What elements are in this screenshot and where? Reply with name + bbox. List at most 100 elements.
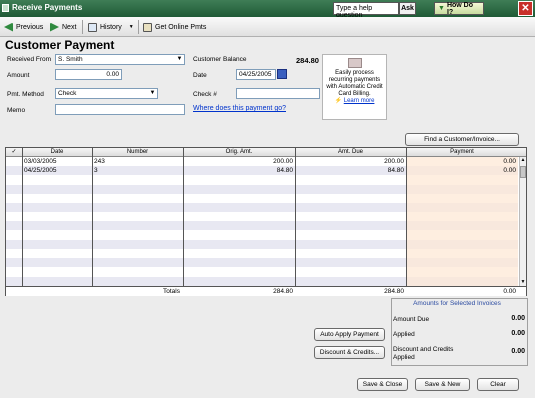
totals-label: Totals [163,288,180,295]
check-number-label: Check # [193,91,217,98]
chevron-down-icon: ▼ [128,24,134,30]
arrow-left-icon [4,22,13,32]
row-date: 03/03/2005 [24,158,57,165]
pmt-method-dropdown[interactable]: Check ▼ [55,88,158,99]
column-divider [92,148,93,286]
page-title: Customer Payment [5,38,115,52]
chevron-down-icon[interactable]: ▼ [175,55,184,64]
memo-field[interactable] [55,104,185,115]
discount-credits-button[interactable]: Discount & Credits... [314,346,385,359]
row-payment[interactable]: 0.00 [406,166,518,175]
received-from-dropdown[interactable]: S. Smith ▼ [55,54,185,65]
row-amt-due: 200.00 [384,158,404,165]
payment-column-shade [406,157,518,286]
totals-row: Totals 284.80 284.80 0.00 [6,286,526,296]
close-button[interactable]: ✕ [518,1,533,16]
scroll-thumb[interactable] [520,166,526,178]
memo-label: Memo [7,107,26,114]
promo-text: Easily process recurring payments with A… [326,70,383,97]
row-orig-amt: 84.80 [276,167,293,174]
app-icon [2,4,9,12]
arrow-right-icon [50,22,59,32]
history-label: History [100,23,122,31]
find-customer-invoice-button[interactable]: Find a Customer/Invoice... [405,133,519,146]
totals-payment: 0.00 [503,288,516,295]
help-search-input[interactable]: Type a help question [333,2,399,19]
auto-apply-payment-button[interactable]: Auto Apply Payment [314,328,385,341]
where-payment-go-link[interactable]: Where does this payment go? [193,105,286,112]
column-header-payment[interactable]: Payment [406,148,518,157]
received-from-value: S. Smith [58,56,83,63]
discount-credits-applied-label: Discount and Credits Applied [393,346,454,361]
row-orig-amt: 200.00 [273,158,293,165]
invoice-table: ✓ Date Number Orig. Amt. Amt. Due Paymen… [5,147,527,296]
save-new-button[interactable]: Save & New [415,378,470,391]
table-header: ✓ Date Number Orig. Amt. Amt. Due Paymen… [6,148,526,157]
promo-panel: Easily process recurring payments with A… [322,54,387,120]
lightning-icon: ⚡ [334,98,343,104]
row-payment[interactable]: 0.00 [406,157,518,166]
online-payments-icon [143,22,152,32]
ask-button[interactable]: Ask [399,2,416,15]
toolbar-divider [82,20,83,34]
amount-due-label: Amount Due [393,316,430,323]
how-do-i-label: How Do I? [446,1,473,16]
row-amt-due: 84.80 [387,167,404,174]
totals-amt-due: 284.80 [384,288,404,295]
window-title: Receive Payments [12,3,83,12]
table-scrollbar[interactable]: ▲ ▼ [519,157,526,286]
toolbar-divider [138,20,139,34]
amounts-panel-title: Amounts for Selected Invoices [395,300,519,307]
scroll-up-icon[interactable]: ▲ [520,157,526,164]
next-label: Next [62,23,77,31]
amount-label: Amount [7,72,30,79]
clear-button[interactable]: Clear [477,378,519,391]
calendar-icon[interactable] [277,69,287,79]
received-from-label: Received From [7,56,52,63]
column-divider [183,148,184,296]
amount-due-value: 0.00 [511,315,525,322]
applied-value: 0.00 [511,330,525,337]
column-divider [22,148,23,286]
row-number: 3 [94,167,98,174]
credit-card-icon [347,58,362,68]
column-divider [406,148,407,296]
column-header-orig-amt[interactable]: Orig. Amt. [183,148,295,157]
pmt-method-label: Pmt. Method [7,91,44,98]
how-do-i-button[interactable]: ▼ How Do I? [434,1,484,16]
applied-label: Applied [393,331,415,338]
column-divider [295,148,296,296]
history-icon [88,22,97,32]
get-online-payments-button[interactable]: Get Online Pmts [143,20,206,34]
previous-label: Previous [16,23,44,31]
save-close-button[interactable]: Save & Close [357,378,408,391]
customer-balance-value: 284.80 [296,56,319,65]
table-row[interactable]: 03/03/2005 243 200.00 200.00 0.00 [6,157,518,166]
chevron-down-icon[interactable]: ▼ [148,89,157,98]
totals-orig-amt: 284.80 [273,288,293,295]
row-number: 243 [94,158,105,165]
date-label: Date [193,72,207,79]
chevron-down-icon: ▼ [438,5,445,12]
toolbar: Previous Next History ▼ Get Online Pmts [0,17,535,37]
table-row[interactable]: 04/25/2005 3 84.80 84.80 0.00 [6,166,518,175]
pmt-method-value: Check [58,90,77,97]
amount-field[interactable]: 0.00 [55,69,122,80]
row-check[interactable] [6,157,22,166]
check-number-field[interactable] [236,88,320,99]
next-button[interactable]: Next [50,20,76,34]
column-header-check[interactable]: ✓ [6,148,22,157]
column-header-amt-due[interactable]: Amt. Due [295,148,406,157]
scroll-down-icon[interactable]: ▼ [520,279,526,286]
column-header-date[interactable]: Date [22,148,92,157]
date-field[interactable]: 04/25/2005 [236,69,276,80]
history-button[interactable]: History ▼ [88,20,134,34]
customer-balance-label: Customer Balance [193,56,247,63]
row-check[interactable] [6,166,22,175]
previous-button[interactable]: Previous [4,20,43,34]
row-date: 04/25/2005 [24,167,57,174]
get-online-label: Get Online Pmts [155,23,207,31]
learn-more-link[interactable]: Learn more [344,98,375,104]
discount-credits-applied-value: 0.00 [511,348,525,355]
column-header-number[interactable]: Number [92,148,183,157]
